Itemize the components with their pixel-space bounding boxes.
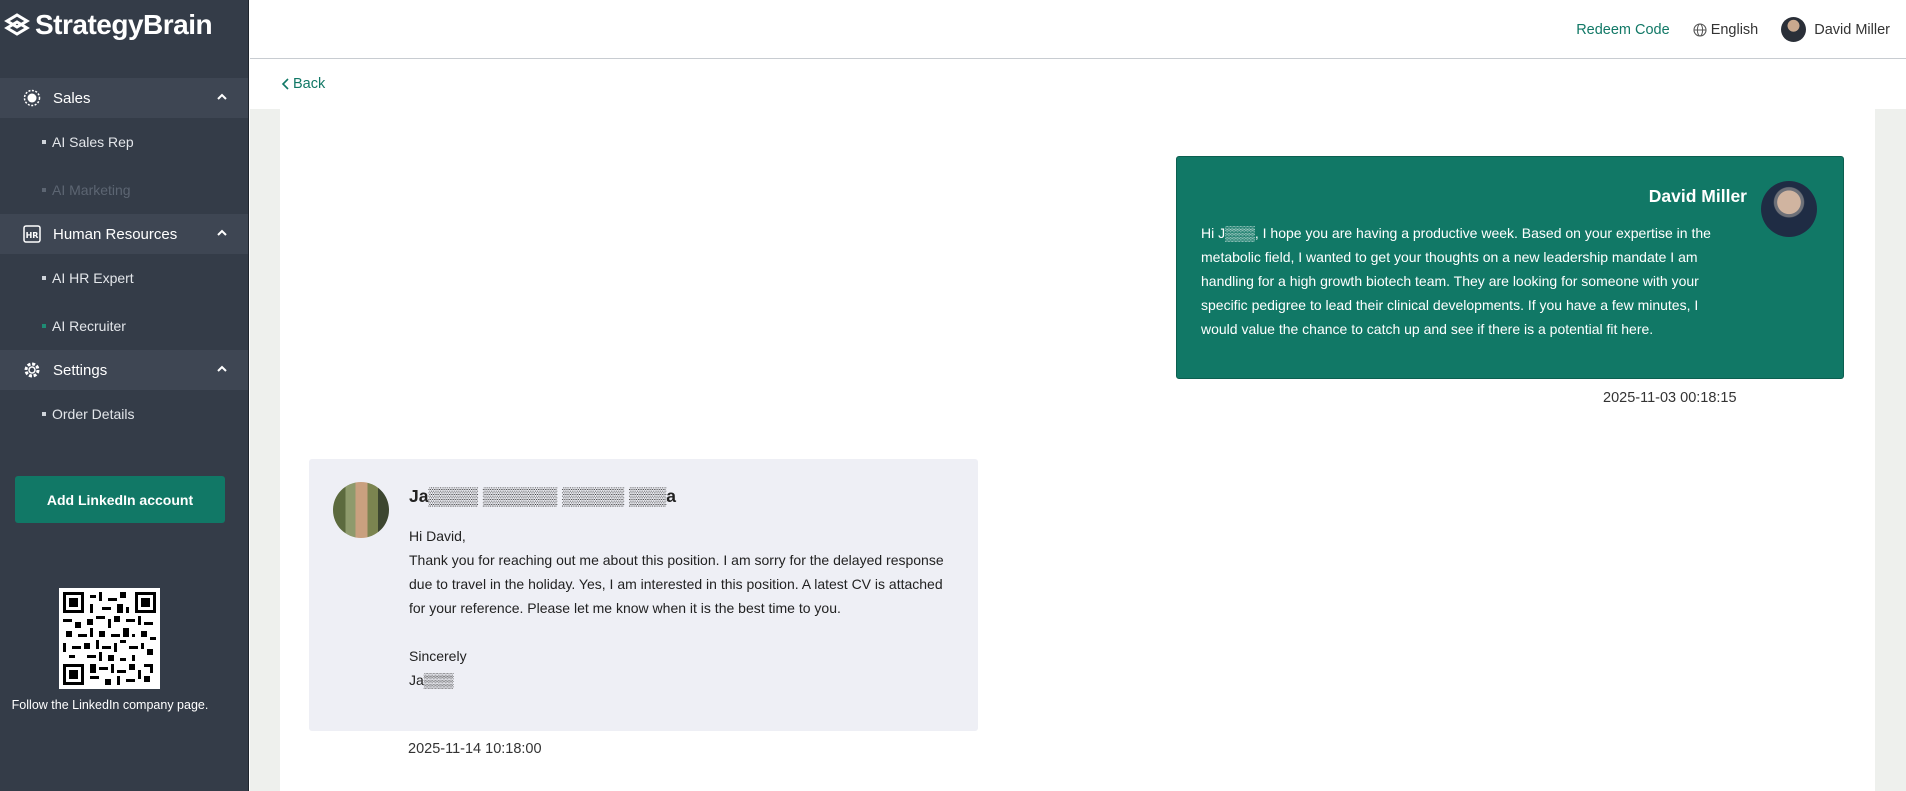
sidebar-item-ai-recruiter[interactable]: AI Recruiter <box>0 302 248 350</box>
gear-icon <box>22 360 42 380</box>
sidebar-nav: Sales AI Sales Rep AI Marketing HR Human… <box>0 78 248 438</box>
sidebar-item-label: AI HR Expert <box>52 270 134 286</box>
sender-avatar <box>333 482 389 538</box>
nav-group-human-resources[interactable]: HR Human Resources <box>0 214 248 254</box>
outgoing-message: David Miller Hi J▒▒▒, I hope you are hav… <box>1176 156 1844 379</box>
incoming-message: Ja▒▒▒▒ ▒▒▒▒▒▒ ▒▒▒▒▒ ▒▒▒a Hi David, Thank… <box>309 459 978 731</box>
top-bar-actions: Redeem Code English David Miller <box>1576 17 1890 42</box>
chevron-left-icon <box>281 78 289 90</box>
sidebar-item-label: AI Recruiter <box>52 318 126 334</box>
message-timestamp: 2025-11-03 00:18:15 <box>1603 390 1737 406</box>
nav-group-label: Human Resources <box>53 225 178 243</box>
sender-avatar <box>1761 181 1817 237</box>
bullet-icon <box>42 412 46 416</box>
add-linkedin-account-button[interactable]: Add LinkedIn account <box>15 476 225 523</box>
brand-name: StrategyBrain <box>35 9 213 40</box>
sidebar-item-label: AI Marketing <box>52 182 131 198</box>
bullet-icon <box>42 140 46 144</box>
brand-logo-icon <box>4 13 30 36</box>
sidebar-item-ai-marketing[interactable]: AI Marketing <box>0 166 248 214</box>
chevron-up-icon <box>217 93 227 100</box>
user-name: David Miller <box>1814 21 1890 38</box>
follow-linkedin-text: Follow the LinkedIn company page. <box>11 698 209 712</box>
brand-logo[interactable]: StrategyBrain <box>0 0 248 50</box>
nav-group-label: Settings <box>53 361 108 379</box>
sidebar-item-label: AI Sales Rep <box>52 134 134 150</box>
message-text: Hi J▒▒▒, I hope you are having a product… <box>1201 225 1711 337</box>
user-avatar <box>1781 17 1807 42</box>
language-selector[interactable]: English <box>1693 21 1759 38</box>
sidebar-item-label: Order Details <box>52 406 135 422</box>
message-timestamp: 2025-11-14 10:18:00 <box>408 741 542 757</box>
svg-text:HR: HR <box>26 231 39 240</box>
hr-icon: HR <box>22 224 42 244</box>
globe-icon <box>1693 22 1707 37</box>
language-label: English <box>1710 21 1759 38</box>
sidebar-item-order-details[interactable]: Order Details <box>0 390 248 438</box>
chevron-up-icon <box>217 365 227 372</box>
message-text: Hi David, Thank you for reaching out me … <box>409 528 944 688</box>
back-bar <box>250 60 1906 109</box>
sidebar-item-ai-hr-expert[interactable]: AI HR Expert <box>0 254 248 302</box>
back-button[interactable]: Back <box>281 76 325 92</box>
message-sender: David Miller <box>1648 186 1747 206</box>
bullet-icon <box>42 276 46 280</box>
sidebar-item-ai-sales-rep[interactable]: AI Sales Rep <box>0 118 248 166</box>
redeem-code-link[interactable]: Redeem Code <box>1576 22 1670 38</box>
sales-badge-icon <box>22 88 42 108</box>
back-label: Back <box>293 76 326 92</box>
nav-group-label: Sales <box>53 89 91 107</box>
qr-code <box>59 588 160 689</box>
bullet-icon <box>42 188 46 192</box>
sidebar: StrategyBrain Sales AI Sales Rep AI Mark… <box>0 0 249 791</box>
chevron-up-icon <box>217 229 227 236</box>
nav-group-sales[interactable]: Sales <box>0 78 248 118</box>
top-bar: Redeem Code English David Miller <box>250 0 1906 59</box>
bullet-icon <box>42 324 46 328</box>
qr-code-icon <box>63 592 156 685</box>
nav-group-settings[interactable]: Settings <box>0 350 248 390</box>
user-menu[interactable]: David Miller <box>1781 17 1890 42</box>
message-sender: Ja▒▒▒▒ ▒▒▒▒▒▒ ▒▒▒▒▒ ▒▒▒a <box>409 486 676 506</box>
